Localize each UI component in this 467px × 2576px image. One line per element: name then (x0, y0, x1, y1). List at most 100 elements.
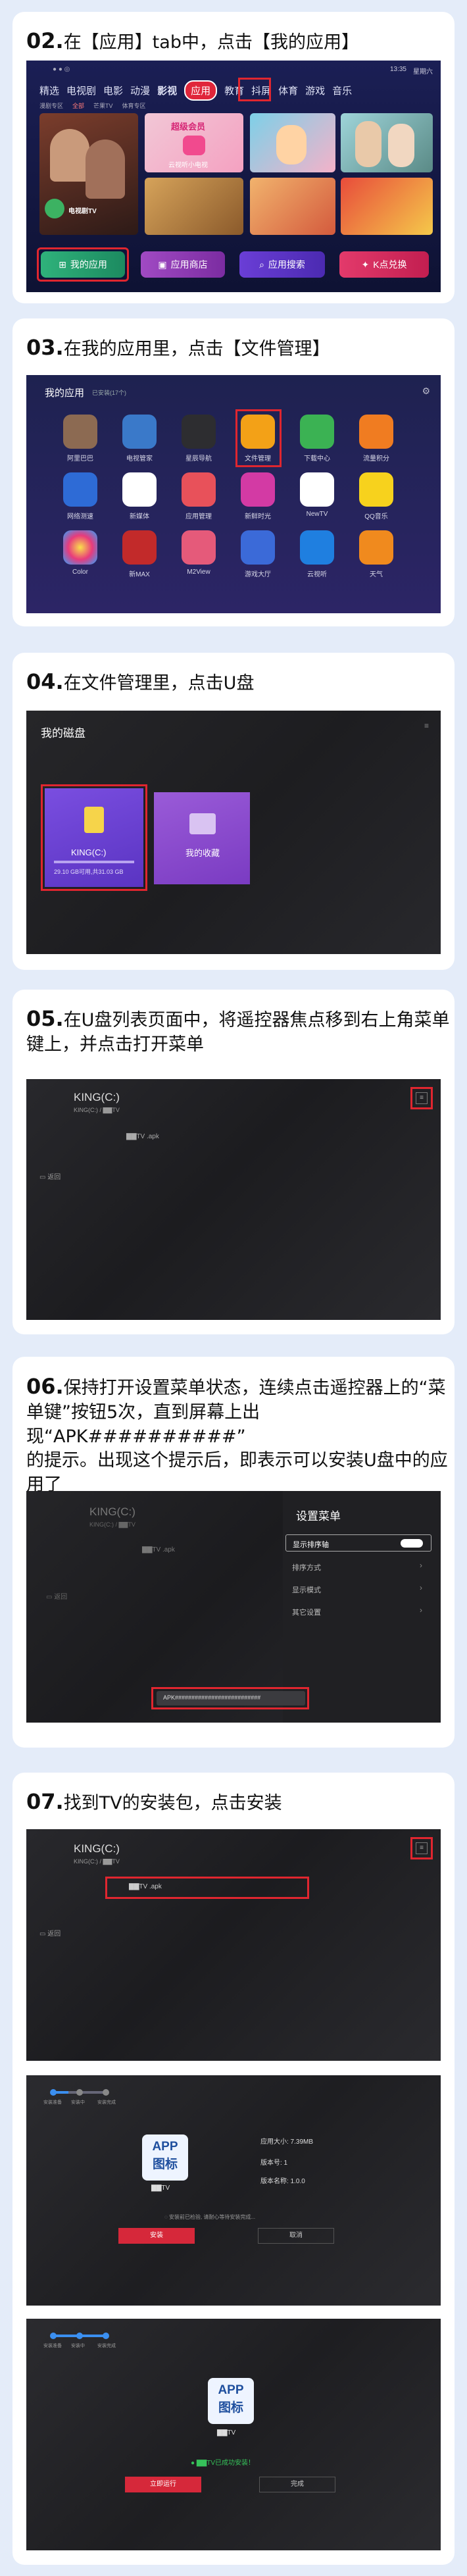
app-label: 电视管家 (126, 455, 153, 463)
app-icon-tvguard[interactable] (122, 415, 157, 449)
banner-large-left[interactable]: 电视剧TV (39, 113, 138, 235)
subtab-3[interactable]: 体育专区 (122, 101, 146, 110)
app-label: 新鲜时光 (245, 513, 271, 520)
status-icons: ● ● ◎ (53, 66, 70, 73)
banner-center-caption: 云视听小电视 (168, 162, 208, 169)
app-icon-gamehall[interactable] (241, 530, 275, 565)
app-icon-newtv[interactable] (300, 472, 334, 507)
favorites-label: 我的收藏 (185, 848, 220, 858)
subtab-2[interactable]: 芒果TV (93, 101, 113, 110)
app-label: M2View (187, 568, 210, 576)
highlight-drive (41, 784, 147, 891)
loading-hint: ◌ 安装前已检验, 请耐心等待安装完成... (164, 2214, 256, 2220)
k-points-button[interactable]: ✦ K点兑换 (339, 251, 429, 278)
progress-label: 安装中 (71, 2100, 85, 2105)
install-button[interactable]: 安装 (118, 2228, 195, 2244)
app-version-name: 版本名称: 1.0.0 (260, 2178, 305, 2185)
search-icon: ⌕ (259, 259, 264, 270)
tab-movie[interactable]: 电影 (103, 84, 123, 97)
done-button[interactable]: 完成 (259, 2477, 335, 2492)
step-text: 在文件管理里，点击U盘 (63, 673, 255, 694)
highlight-menu-button (410, 1087, 433, 1109)
app-label: 流量积分 (363, 455, 389, 463)
back-label[interactable]: ▭ 返回 (39, 1928, 61, 1938)
tile-row2-3[interactable] (341, 178, 433, 235)
app-label: 天气 (370, 571, 383, 578)
step-text: 在【应用】tab中，点击【我的应用】 (63, 32, 359, 53)
app-icon-speedtest[interactable] (63, 472, 97, 507)
banner-right[interactable] (341, 113, 433, 172)
success-message: ● ▇▇TV已成功安装！ (191, 2460, 255, 2467)
sub-tab-bar: 漫剧专区 全部 芒果TV 体育专区 (39, 101, 146, 110)
banner-center-title: 超级会员 (171, 122, 206, 132)
back-label[interactable]: ▭ 返回 (39, 1171, 61, 1181)
app-label: NewTV (306, 511, 328, 518)
cancel-button[interactable]: 取消 (258, 2228, 334, 2244)
screenshot-install-complete: 安装准备 安装中 安装完成 APP 图标 ▇▇TV ● ▇▇TV已成功安装！ 立… (26, 2319, 441, 2550)
app-icon-download[interactable] (300, 415, 334, 449)
app-icon-cloud[interactable] (300, 530, 334, 565)
app-icon-fresh[interactable] (241, 472, 275, 507)
tab-yingshi[interactable]: 影视 (157, 84, 177, 97)
menu-item-other-settings[interactable]: 其它设置 › (285, 1603, 431, 1620)
tab-apps[interactable]: 应用 (184, 80, 218, 101)
tab-music[interactable]: 音乐 (332, 84, 352, 97)
status-weekday: 星期六 (413, 68, 433, 76)
step-04-title: 04.在文件管理里，点击U盘 (26, 669, 254, 696)
menu-item-sort-axis[interactable]: 显示排序轴 (285, 1534, 431, 1552)
app-icon-star[interactable] (182, 415, 216, 449)
app-icon-qqmusic[interactable] (359, 472, 393, 507)
tab-sports[interactable]: 体育 (278, 84, 298, 97)
tab-anime[interactable]: 动漫 (130, 84, 150, 97)
settings-icon[interactable]: ⚙ (422, 386, 430, 397)
banner-center-right[interactable] (250, 113, 335, 172)
installed-count: 已安装(17个) (92, 390, 127, 396)
screenshot-select-apk: KING(C:) KING(C:) / ▇▇TV ▇▇TV .apk ▭ 返回 … (26, 1829, 441, 2061)
app-icon-max[interactable] (122, 530, 157, 565)
step-dot (50, 2089, 57, 2096)
app-icon-color[interactable] (63, 530, 97, 565)
step-text-line2: 键上，并点击打开菜单 (26, 1034, 204, 1055)
chevron-right-icon: › (420, 1561, 422, 1570)
tab-jingxuan[interactable]: 精选 (39, 84, 59, 97)
apk-file-item[interactable]: ▇▇TV .apk (126, 1133, 159, 1140)
step-dot (76, 2333, 83, 2339)
app-icon-m2view[interactable] (182, 530, 216, 565)
app-version-code: 版本号: 1 (260, 2159, 288, 2167)
favorites-tile[interactable]: 我的收藏 (154, 792, 250, 884)
app-icon-appmgr[interactable] (182, 472, 216, 507)
app-label: 应用管理 (185, 513, 212, 520)
step-03-title: 03.在我的应用里，点击【文件管理】 (26, 334, 330, 362)
step-dot (50, 2333, 57, 2339)
app-size: 应用大小: 7.39MB (260, 2138, 314, 2146)
menu-item-sort-order[interactable]: 排序方式 › (285, 1558, 431, 1575)
tab-tvseries[interactable]: 电视剧 (66, 84, 96, 97)
app-label: 阿里巴巴 (67, 455, 93, 463)
app-icon-weather[interactable] (359, 530, 393, 565)
app-icon-newmedia[interactable] (122, 472, 157, 507)
back-label[interactable]: ▭ 返回 (46, 1591, 67, 1601)
tile-row2-1[interactable] (145, 178, 243, 235)
open-now-button[interactable]: 立即运行 (125, 2477, 201, 2492)
banner-center-top[interactable]: 超级会员 云视听小电视 (145, 113, 243, 172)
app-store-button[interactable]: ▣ 应用商店 (141, 251, 225, 278)
subtab-1[interactable]: 全部 (72, 101, 84, 110)
path-breadcrumb: KING(C:) / ▇▇TV (89, 1521, 135, 1528)
subtab-0[interactable]: 漫剧专区 (39, 101, 63, 110)
apk-file-item[interactable]: ▇▇TV .apk (142, 1546, 175, 1553)
app-icon-alibaba[interactable] (63, 415, 97, 449)
menu-icon[interactable]: ≡ (424, 721, 429, 730)
toggle-switch[interactable] (401, 1539, 423, 1548)
folder-icon (189, 813, 216, 834)
tab-games[interactable]: 游戏 (305, 84, 325, 97)
app-label: 下载中心 (304, 455, 330, 463)
screenshot-disks: 我的磁盘 ≡ KING(C:) 29.10 GB可用,共31.03 GB 我的收… (26, 711, 441, 954)
menu-item-display-mode[interactable]: 显示模式 › (285, 1580, 431, 1598)
step-number: 04. (26, 669, 64, 694)
highlight-apk-file (105, 1877, 309, 1899)
tile-row2-2[interactable] (250, 178, 335, 235)
progress-label: 安装完成 (97, 2100, 116, 2105)
progress-steps (50, 2333, 109, 2339)
app-search-button[interactable]: ⌕ 应用搜索 (239, 251, 325, 278)
app-icon-points[interactable] (359, 415, 393, 449)
